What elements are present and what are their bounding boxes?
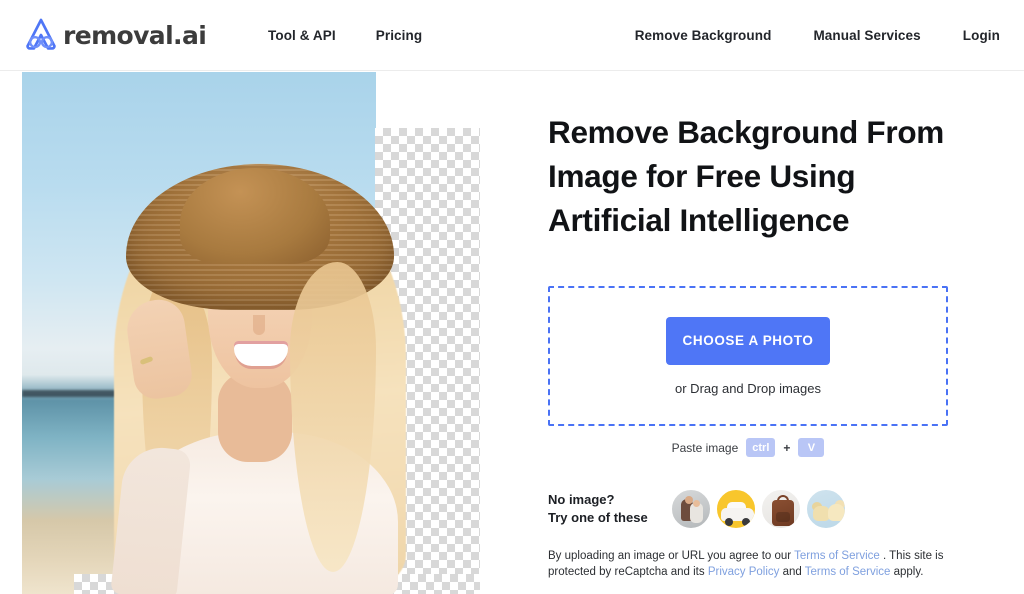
legal-text-1: By uploading an image or URL you agree t… [548, 550, 795, 562]
sample-images-section: No image? Try one of these [548, 488, 847, 530]
thumb2-wheel-front [724, 518, 733, 526]
hero-before-after-image [22, 72, 480, 594]
legal-text-3: and [779, 566, 805, 578]
thumb3-pocket [775, 512, 790, 522]
subject-nose [253, 315, 265, 335]
hero-subject-woman [22, 72, 480, 594]
thumb2-wheel-rear [741, 518, 750, 526]
nav-item-pricing[interactable]: Pricing [376, 28, 422, 43]
nav-item-login[interactable]: Login [963, 28, 1000, 43]
thumb1-head-left [684, 496, 693, 504]
paste-image-hint: Paste image ctrl + V [548, 438, 948, 457]
primary-nav-left: Tool & API Pricing [268, 28, 422, 43]
upload-panel: Remove Background From Image for Free Us… [548, 110, 958, 578]
sample-label-line-2: Try one of these [548, 510, 648, 525]
sample-label-line-1: No image? [548, 492, 615, 507]
terms-of-service-link-2[interactable]: Terms of Service [805, 566, 891, 578]
sample-images-label: No image? Try one of these [548, 491, 648, 527]
thumb4-dog-body-right [827, 504, 845, 521]
sample-backpack-photo[interactable] [759, 488, 802, 530]
thumb1-head-right [692, 500, 700, 507]
terms-of-service-link-1[interactable]: Terms of Service [794, 550, 880, 562]
sample-family-photo[interactable] [669, 488, 712, 530]
brand-name: removal.ai [63, 20, 207, 50]
sample-dogs-photo[interactable] [804, 488, 847, 530]
nav-item-manual-services[interactable]: Manual Services [813, 28, 920, 43]
paste-image-label: Paste image [671, 440, 739, 455]
key-ctrl: ctrl [746, 438, 776, 457]
upload-dropzone[interactable]: CHOOSE A PHOTO or Drag and Drop images [548, 286, 948, 426]
drag-and-drop-hint: or Drag and Drop images [675, 380, 821, 396]
subject-smile [234, 344, 288, 366]
brand-logo-link[interactable]: removal.ai [22, 16, 207, 54]
site-header: removal.ai Tool & API Pricing Remove Bac… [0, 0, 1024, 71]
choose-a-photo-button[interactable]: CHOOSE A PHOTO [666, 316, 830, 365]
legal-disclaimer: By uploading an image or URL you agree t… [548, 548, 958, 580]
removal-ai-logo-icon [22, 16, 60, 54]
page-title: Remove Background From Image for Free Us… [548, 114, 944, 238]
sample-thumbnail-list [669, 488, 847, 530]
legal-text-4: apply. [890, 566, 924, 578]
privacy-policy-link[interactable]: Privacy Policy [708, 566, 780, 578]
key-v: V [798, 438, 825, 457]
nav-item-tool-api[interactable]: Tool & API [268, 28, 336, 43]
key-separator: + [783, 440, 791, 455]
nav-item-remove-background[interactable]: Remove Background [635, 28, 772, 43]
primary-nav-right: Remove Background Manual Services Login [635, 28, 1000, 43]
sample-car-photo[interactable] [714, 488, 757, 530]
